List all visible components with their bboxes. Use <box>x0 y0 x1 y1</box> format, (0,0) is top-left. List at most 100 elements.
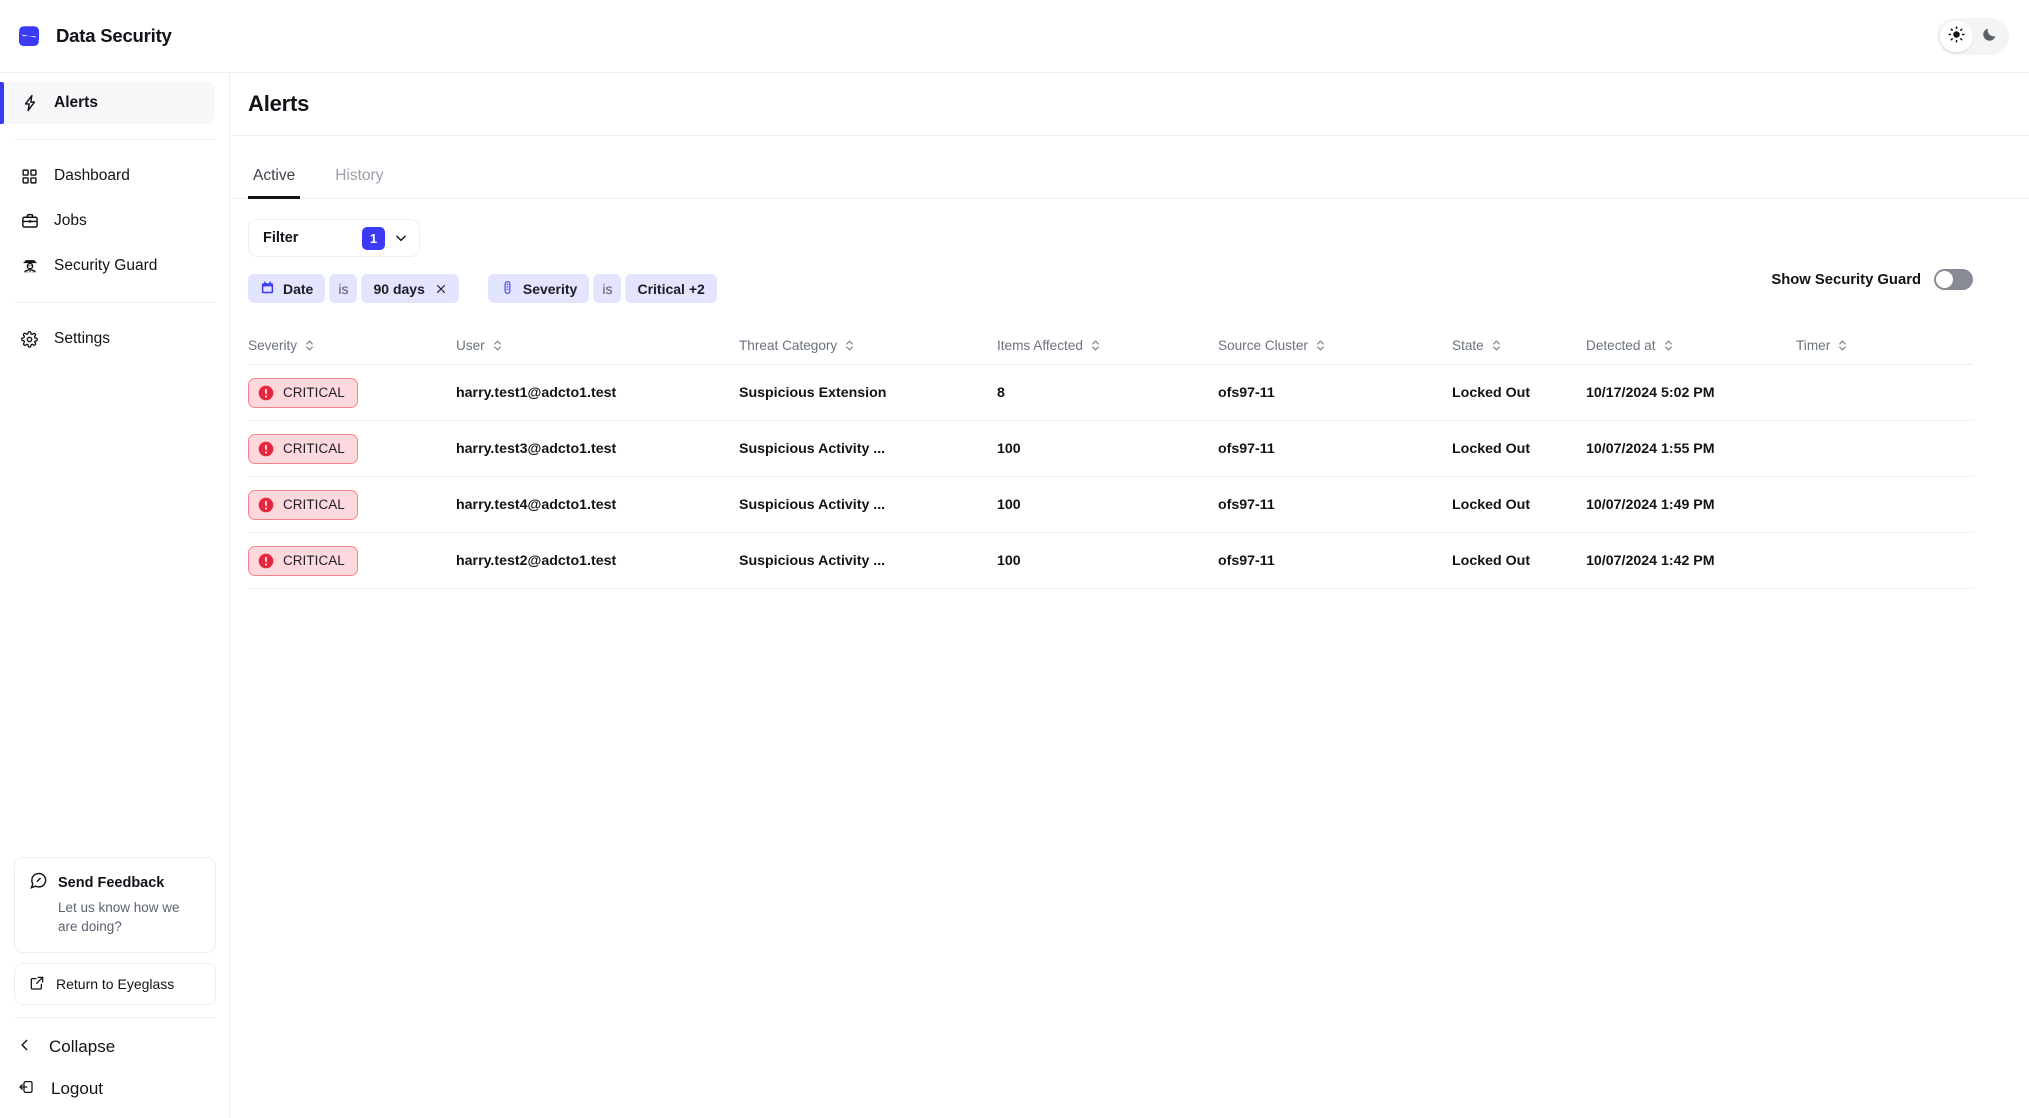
filter-dropdown[interactable]: Filter 1 <box>248 219 420 257</box>
sidebar-item-settings[interactable]: Settings <box>0 318 215 360</box>
sidebar-item-label: Dashboard <box>54 167 130 184</box>
filter-chip-date-value[interactable]: 90 days <box>361 274 459 303</box>
chevron-left-icon <box>18 1037 32 1057</box>
sort-icon <box>1315 339 1326 352</box>
cell-severity: CRITICAL <box>248 433 456 464</box>
sidebar-divider-3 <box>14 1017 216 1018</box>
column-label: Detected at <box>1586 338 1656 353</box>
theme-light-option[interactable] <box>1940 21 1973 52</box>
sidebar-item-label: Jobs <box>54 212 87 229</box>
sidebar-footer: Send Feedback Let us know how we are doi… <box>0 856 230 1118</box>
collapse-button[interactable]: Collapse <box>0 1026 230 1068</box>
theme-dark-option[interactable] <box>1973 21 2006 52</box>
column-header-items-affected[interactable]: Items Affected <box>997 338 1218 353</box>
top-bar: Data Security <box>0 0 2029 73</box>
show-security-guard-label: Show Security Guard <box>1771 271 1921 288</box>
cell-threat-category: Suspicious Activity ... <box>739 552 886 569</box>
cell-items-affected: 8 <box>997 384 1005 401</box>
cell-state: Locked Out <box>1452 552 1531 569</box>
column-header-threat-category[interactable]: Threat Category <box>739 338 997 353</box>
sort-icon <box>1837 339 1848 352</box>
filter-count-badge: 1 <box>362 226 385 250</box>
show-security-guard-toggle[interactable]: Show Security Guard <box>1771 269 1973 290</box>
table-row[interactable]: CRITICAL harry.test1@adcto1.test Suspici… <box>248 365 1973 421</box>
cell-detected-at: 10/07/2024 1:49 PM <box>1586 496 1715 513</box>
cell-user: harry.test1@adcto1.test <box>456 384 617 401</box>
cell-state: Locked Out <box>1452 384 1531 401</box>
column-header-state[interactable]: State <box>1452 338 1586 353</box>
sidebar-item-label: Settings <box>54 330 111 347</box>
sidebar: Alerts Dashboard Jobs Security Guard Set… <box>0 73 230 1118</box>
table-row[interactable]: CRITICAL harry.test3@adcto1.test Suspici… <box>248 421 1973 477</box>
sort-icon <box>1491 339 1502 352</box>
lightning-bolt-icon <box>20 94 39 113</box>
logout-button[interactable]: Logout <box>0 1068 230 1110</box>
column-label: Timer <box>1796 338 1831 353</box>
table-row[interactable]: CRITICAL harry.test2@adcto1.test Suspici… <box>248 533 1973 589</box>
collapse-label: Collapse <box>49 1037 116 1056</box>
brand: Data Security <box>0 22 172 50</box>
toggle-switch[interactable] <box>1934 269 1973 290</box>
cell-detected-at: 10/17/2024 5:02 PM <box>1586 384 1715 401</box>
sidebar-item-alerts[interactable]: Alerts <box>0 82 215 124</box>
close-icon[interactable] <box>435 283 447 295</box>
filter-chip-severity-label: Severity <box>522 280 578 297</box>
column-header-timer[interactable]: Timer <box>1796 338 1973 353</box>
cell-user: harry.test3@adcto1.test <box>456 440 617 457</box>
cell-items-affected: 100 <box>997 440 1021 457</box>
column-header-source-cluster[interactable]: Source Cluster <box>1218 338 1452 353</box>
sidebar-item-security-guard[interactable]: Security Guard <box>0 245 215 287</box>
tab-history[interactable]: History <box>330 167 388 198</box>
cell-state: Locked Out <box>1452 440 1531 457</box>
filter-bar: Filter 1 Date is 90 days Severity is Cri… <box>231 199 2029 327</box>
column-header-severity[interactable]: Severity <box>248 338 456 353</box>
logout-icon <box>18 1079 34 1100</box>
severity-gauge-icon <box>500 280 515 298</box>
column-header-user[interactable]: User <box>456 338 739 353</box>
cell-items-affected: 100 <box>997 552 1021 569</box>
grid-icon <box>20 167 39 186</box>
cell-severity: CRITICAL <box>248 489 456 520</box>
filter-chip-severity: Severity is Critical +2 <box>487 274 717 303</box>
tab-bar: Active History <box>231 136 2029 199</box>
toggle-knob <box>1936 271 1953 288</box>
sidebar-item-label: Security Guard <box>54 257 158 274</box>
column-label: Threat Category <box>739 338 838 353</box>
logout-label: Logout <box>51 1079 103 1098</box>
return-to-eyeglass-label: Return to Eyeglass <box>56 976 175 992</box>
sidebar-item-jobs[interactable]: Jobs <box>0 200 215 242</box>
guard-icon <box>20 257 39 276</box>
sort-icon <box>844 339 855 352</box>
cell-threat-category: Suspicious Activity ... <box>739 496 886 513</box>
return-to-eyeglass-button[interactable]: Return to Eyeglass <box>14 963 216 1005</box>
column-label: Severity <box>248 338 298 353</box>
data-security-logo <box>15 22 43 50</box>
cell-detected-at: 10/07/2024 1:42 PM <box>1586 552 1715 569</box>
filter-chip-severity-field[interactable]: Severity <box>487 274 590 303</box>
alert-circle-icon <box>258 553 274 569</box>
cell-user: harry.test4@adcto1.test <box>456 496 617 513</box>
sidebar-item-dashboard[interactable]: Dashboard <box>0 155 215 197</box>
send-feedback-title: Send Feedback <box>58 874 165 891</box>
sidebar-item-label: Alerts <box>54 94 98 111</box>
cell-severity: CRITICAL <box>248 545 456 576</box>
theme-toggle[interactable] <box>1937 18 2009 55</box>
filter-label: Filter <box>263 230 299 246</box>
send-feedback-card[interactable]: Send Feedback Let us know how we are doi… <box>14 856 216 953</box>
column-header-detected-at[interactable]: Detected at <box>1586 338 1796 353</box>
send-feedback-header: Send Feedback <box>29 871 201 895</box>
tab-active[interactable]: Active <box>248 167 301 199</box>
severity-label: CRITICAL <box>283 553 345 568</box>
column-label: Source Cluster <box>1218 338 1308 353</box>
calendar-icon <box>260 280 275 298</box>
table-row[interactable]: CRITICAL harry.test4@adcto1.test Suspici… <box>248 477 1973 533</box>
filter-chip-date-operator: is <box>329 274 358 303</box>
sort-icon <box>304 339 315 352</box>
sun-icon <box>1948 25 1965 48</box>
send-feedback-subtitle: Let us know how we are doing? <box>58 899 180 935</box>
filter-chip-date-field[interactable]: Date <box>248 274 326 303</box>
sort-icon <box>492 339 503 352</box>
cell-source-cluster: ofs97-11 <box>1218 440 1275 457</box>
filter-chip-severity-value[interactable]: Critical +2 <box>625 274 717 303</box>
sidebar-divider-1 <box>14 139 215 140</box>
